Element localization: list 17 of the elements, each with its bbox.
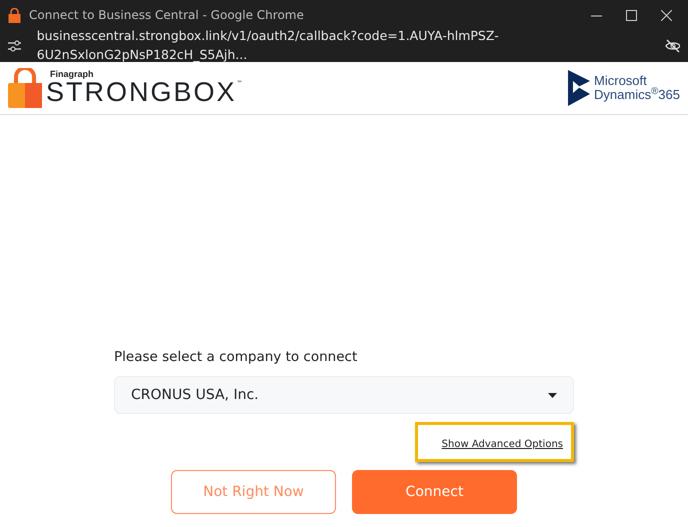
- window-title: Connect to Business Central - Google Chrome: [29, 7, 304, 24]
- advanced-options-link[interactable]: Show Advanced Options: [442, 439, 563, 450]
- lock-app-icon: [8, 8, 21, 22]
- close-icon[interactable]: [661, 10, 672, 20]
- site-settings-icon[interactable]: [8, 40, 21, 52]
- company-select[interactable]: CRONUS USA, Inc.: [114, 376, 574, 414]
- brand-logo-text: STRONGBOX: [46, 79, 237, 106]
- partner-name: Microsoft: [594, 74, 648, 88]
- caret-icon: [548, 392, 557, 398]
- field-label: Please select a company to connect: [114, 349, 358, 365]
- partner-product: Dynamics$^{®}$365: [594, 88, 680, 102]
- eye-slash-icon[interactable]: [665, 39, 680, 53]
- maximize-icon[interactable]: [626, 10, 637, 20]
- dynamics-logo-icon: [568, 70, 590, 106]
- url-text: businesscentral.strongbox.link/v1/oauth2/callback?code=1.AUYA-hlmPSZ-6U2nSxlonG2pNsP182cH_S5Ajh...: [36, 27, 500, 64]
- padlock-logo-icon: [8, 68, 42, 108]
- brand-caption: Finagraph: [50, 70, 95, 79]
